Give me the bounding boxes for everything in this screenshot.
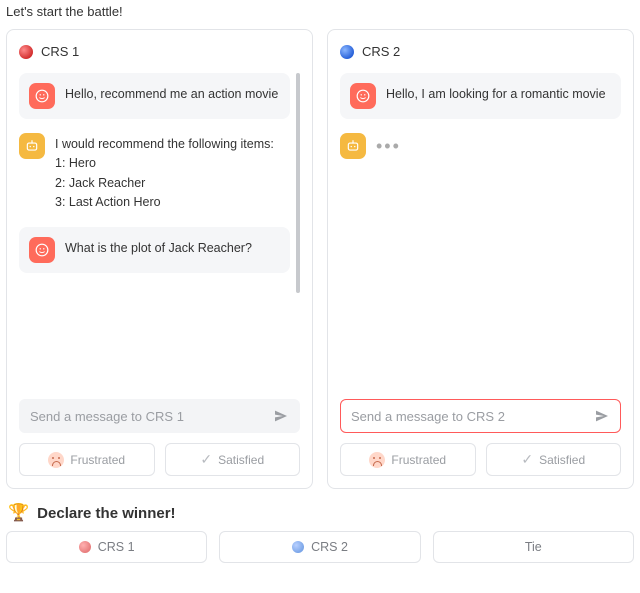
winner-crs1-button[interactable]: CRS 1 [6, 531, 207, 563]
crs1-user-msg-1: Hello, recommend me an action movie [19, 73, 290, 119]
user-avatar-icon [29, 83, 55, 109]
crs2-frustrated-button[interactable]: Frustrated [340, 443, 476, 476]
typing-indicator-icon: ••• [376, 133, 401, 157]
panel-crs1-title: CRS 1 [41, 44, 79, 59]
crs2-input-row[interactable] [340, 399, 621, 433]
winner-tie-label: Tie [525, 540, 542, 554]
crs2-chat: Hello, I am looking for a romantic movie… [340, 73, 621, 387]
panel-crs2-title: CRS 2 [362, 44, 400, 59]
crs2-user-msg-1-text: Hello, I am looking for a romantic movie [386, 83, 606, 104]
blue-dot-icon [292, 541, 304, 553]
winner-crs1-label: CRS 1 [98, 540, 135, 554]
send-icon[interactable] [594, 408, 610, 424]
red-dot-icon [19, 45, 33, 59]
page-intro: Let's start the battle! [6, 4, 634, 19]
crs1-bot-msg-1-text: I would recommend the following items: 1… [55, 133, 274, 213]
satisfied-label: Satisfied [218, 453, 264, 467]
crs1-frustrated-button[interactable]: Frustrated [19, 443, 155, 476]
user-avatar-icon [350, 83, 376, 109]
panel-crs2-header: CRS 2 [340, 44, 621, 59]
rec-item-3: 3: Last Action Hero [55, 193, 274, 212]
winner-crs2-button[interactable]: CRS 2 [219, 531, 420, 563]
panel-crs1-header: CRS 1 [19, 44, 300, 59]
crs2-bot-typing: ••• [340, 133, 621, 159]
bot-avatar-icon [340, 133, 366, 159]
crs1-scrollbar[interactable] [296, 73, 300, 387]
winner-tie-button[interactable]: Tie [433, 531, 634, 563]
panel-crs1: CRS 1 Hello, recommend me an action movi… [6, 29, 313, 489]
declare-heading-row: 🏆 Declare the winner! [8, 503, 634, 523]
crs1-input-row[interactable] [19, 399, 300, 433]
red-dot-icon [79, 541, 91, 553]
rec-item-1: 1: Hero [55, 154, 274, 173]
satisfied-label: Satisfied [539, 453, 585, 467]
declare-heading: Declare the winner! [37, 505, 175, 522]
crs1-satisfied-button[interactable]: ✓ Satisfied [165, 443, 301, 476]
crs1-chat: Hello, recommend me an action movie I wo… [19, 73, 290, 387]
frustrated-label: Frustrated [70, 453, 125, 467]
crs2-user-msg-1: Hello, I am looking for a romantic movie [340, 73, 621, 119]
check-icon: ✓ [200, 451, 212, 468]
rec-item-2: 2: Jack Reacher [55, 174, 274, 193]
crs1-bot-msg-1: I would recommend the following items: 1… [19, 133, 290, 213]
check-icon: ✓ [521, 451, 533, 468]
crs2-satisfied-button[interactable]: ✓ Satisfied [486, 443, 622, 476]
frustrated-face-icon [369, 452, 385, 468]
user-avatar-icon [29, 237, 55, 263]
frustrated-face-icon [48, 452, 64, 468]
crs1-message-input[interactable] [30, 409, 273, 424]
crs1-user-msg-2: What is the plot of Jack Reacher? [19, 227, 290, 273]
crs2-message-input[interactable] [351, 409, 594, 424]
crs1-user-msg-1-text: Hello, recommend me an action movie [65, 83, 278, 104]
winner-crs2-label: CRS 2 [311, 540, 348, 554]
trophy-icon: 🏆 [8, 503, 29, 523]
rec-intro: I would recommend the following items: [55, 135, 274, 154]
crs1-user-msg-2-text: What is the plot of Jack Reacher? [65, 237, 252, 258]
bot-avatar-icon [19, 133, 45, 159]
panel-crs2: CRS 2 Hello, I am looking for a romantic… [327, 29, 634, 489]
frustrated-label: Frustrated [391, 453, 446, 467]
blue-dot-icon [340, 45, 354, 59]
send-icon[interactable] [273, 408, 289, 424]
